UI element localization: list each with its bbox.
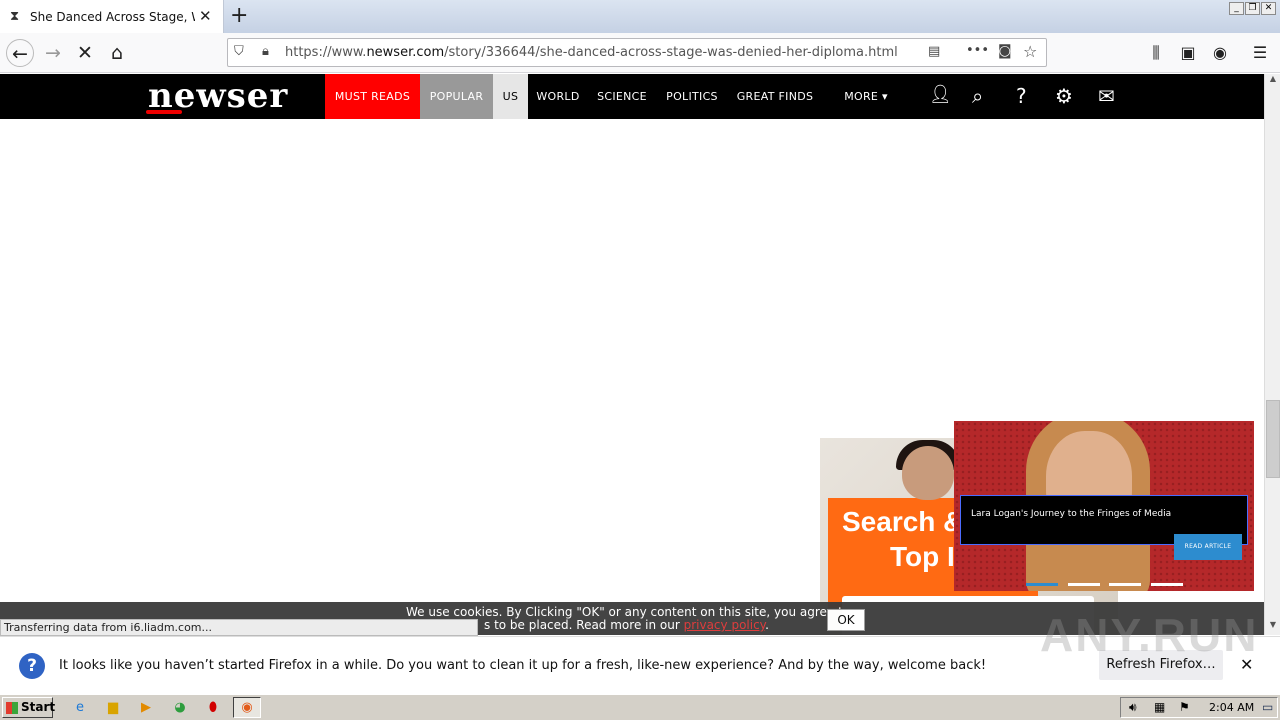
minimize-icon[interactable]: _ bbox=[1229, 2, 1244, 15]
media-player-icon[interactable]: ▶ bbox=[137, 699, 155, 717]
nav-popular[interactable]: POPULAR bbox=[420, 74, 493, 119]
clock: 2:04 AM bbox=[1209, 701, 1255, 714]
carousel-indicator-4[interactable] bbox=[1151, 583, 1183, 586]
logo-accent bbox=[146, 110, 182, 114]
opera-icon[interactable]: ⬮ bbox=[204, 699, 222, 717]
ie-icon[interactable]: e bbox=[71, 699, 89, 717]
library-icon[interactable]: ⫼ bbox=[1142, 39, 1170, 67]
stop-loading-icon[interactable]: ✕ bbox=[71, 39, 99, 67]
nav-politics[interactable]: POLITICS bbox=[660, 74, 724, 119]
home-icon[interactable]: ⌂ bbox=[103, 39, 131, 67]
pocket-icon[interactable]: ◙ bbox=[998, 43, 1012, 59]
video-caption: Lara Logan's Journey to the Fringes of M… bbox=[971, 509, 1172, 519]
hourglass-icon: ⧗ bbox=[10, 9, 20, 24]
scroll-down-icon[interactable]: ▼ bbox=[1265, 620, 1280, 634]
cookie-ok-button[interactable]: OK bbox=[827, 609, 865, 631]
window-close-icon[interactable]: ✕ bbox=[1261, 2, 1276, 15]
help-icon[interactable]: ? bbox=[1016, 84, 1027, 108]
carousel-indicator-1[interactable] bbox=[1026, 583, 1058, 586]
carousel-indicator-2[interactable] bbox=[1068, 583, 1100, 586]
system-tray: 🔊︎ ▦ ⚑ ▭ bbox=[1120, 697, 1278, 718]
reader-view-icon[interactable]: ▤ bbox=[928, 44, 940, 59]
flag-icon[interactable]: ⚑ bbox=[1179, 700, 1190, 714]
ad-image-face bbox=[902, 446, 954, 500]
firefox-task[interactable]: ◉ bbox=[233, 697, 261, 718]
gear-icon[interactable]: ⚙ bbox=[1055, 84, 1073, 108]
address-bar[interactable]: ⛉ 🔒︎ https://www.newser.com/story/336644… bbox=[227, 38, 1047, 67]
nav-great-finds[interactable]: GREAT FINDS bbox=[731, 74, 819, 119]
site-header: newser MUST READS POPULAR US WORLD SCIEN… bbox=[0, 74, 1264, 119]
user-icon[interactable]: 👤︎ bbox=[929, 84, 952, 105]
nav-more[interactable]: MORE ▾ bbox=[836, 74, 896, 119]
privacy-policy-link[interactable]: privacy policy bbox=[684, 618, 765, 632]
sidebar-icon[interactable]: ▣ bbox=[1174, 39, 1202, 67]
nav-science[interactable]: SCIENCE bbox=[591, 74, 653, 119]
nav-us[interactable]: US bbox=[493, 74, 528, 119]
back-icon[interactable]: ← bbox=[6, 39, 34, 67]
new-tab-icon[interactable]: + bbox=[230, 3, 252, 28]
explorer-icon[interactable]: ▆ bbox=[104, 699, 122, 717]
scroll-up-icon[interactable]: ▲ bbox=[1265, 74, 1280, 88]
carousel-indicator-3[interactable] bbox=[1109, 583, 1141, 586]
search-icon[interactable]: ⌕ bbox=[972, 84, 983, 108]
taskbar: Start e ▆ ▶ ◕ ⬮ ◉ 🔊︎ ▦ ⚑ ▭ 2:04 AM bbox=[0, 694, 1280, 720]
video-player[interactable]: Lara Logan's Journey to the Fringes of M… bbox=[954, 421, 1254, 591]
menu-icon[interactable]: ☰ bbox=[1246, 39, 1274, 67]
scrollbar-thumb[interactable] bbox=[1266, 400, 1280, 478]
read-article-button[interactable]: READ ARTICLE bbox=[1174, 534, 1242, 560]
restore-icon[interactable]: ❐ bbox=[1245, 2, 1260, 15]
volume-icon[interactable]: 🔊︎ bbox=[1129, 700, 1137, 715]
notification-message: It looks like you haven’t started Firefo… bbox=[59, 658, 987, 673]
start-button[interactable]: Start bbox=[2, 697, 55, 718]
page-actions-icon[interactable]: ••• bbox=[966, 43, 989, 58]
nav-must-reads[interactable]: MUST READS bbox=[325, 74, 420, 119]
browser-tab-active[interactable]: ⧗ She Danced Across Stage, Was Denied He… bbox=[0, 0, 224, 33]
lock-icon[interactable]: 🔒︎ bbox=[262, 44, 269, 59]
show-desktop-icon[interactable]: ▭ bbox=[1262, 700, 1273, 714]
vertical-scrollbar[interactable]: ▲ ▼ bbox=[1264, 74, 1280, 635]
tab-title: She Danced Across Stage, Was Denied Her … bbox=[30, 10, 195, 24]
question-icon: ? bbox=[19, 653, 45, 679]
ad-headline-1: Search & bbox=[842, 506, 964, 537]
bookmark-star-icon[interactable]: ☆ bbox=[1023, 42, 1037, 61]
url-text: https://www.newser.com/story/336644/she-… bbox=[285, 45, 898, 60]
network-icon[interactable]: ▦ bbox=[1154, 700, 1165, 714]
navigation-toolbar: ← → ✕ ⌂ ⛉ 🔒︎ https://www.newser.com/stor… bbox=[0, 33, 1280, 73]
forward-icon[interactable]: → bbox=[39, 39, 67, 67]
firefox-icon: ◉ bbox=[241, 700, 253, 715]
status-bar: Transferring data from i6.liadm.com... bbox=[0, 619, 478, 636]
chrome-icon[interactable]: ◕ bbox=[171, 699, 189, 717]
shield-icon[interactable]: ⛉ bbox=[234, 44, 244, 59]
account-icon[interactable]: ◉ bbox=[1206, 39, 1234, 67]
mail-icon[interactable]: ✉ bbox=[1098, 84, 1115, 108]
ad-headline-2: Top I bbox=[890, 541, 955, 572]
watermark: ANY.RUN bbox=[1040, 609, 1259, 661]
tab-strip: ⧗ She Danced Across Stage, Was Denied He… bbox=[0, 0, 1280, 33]
nav-world[interactable]: WORLD bbox=[530, 74, 586, 119]
close-tab-icon[interactable]: ✕ bbox=[199, 7, 212, 25]
windows-icon bbox=[6, 702, 18, 714]
